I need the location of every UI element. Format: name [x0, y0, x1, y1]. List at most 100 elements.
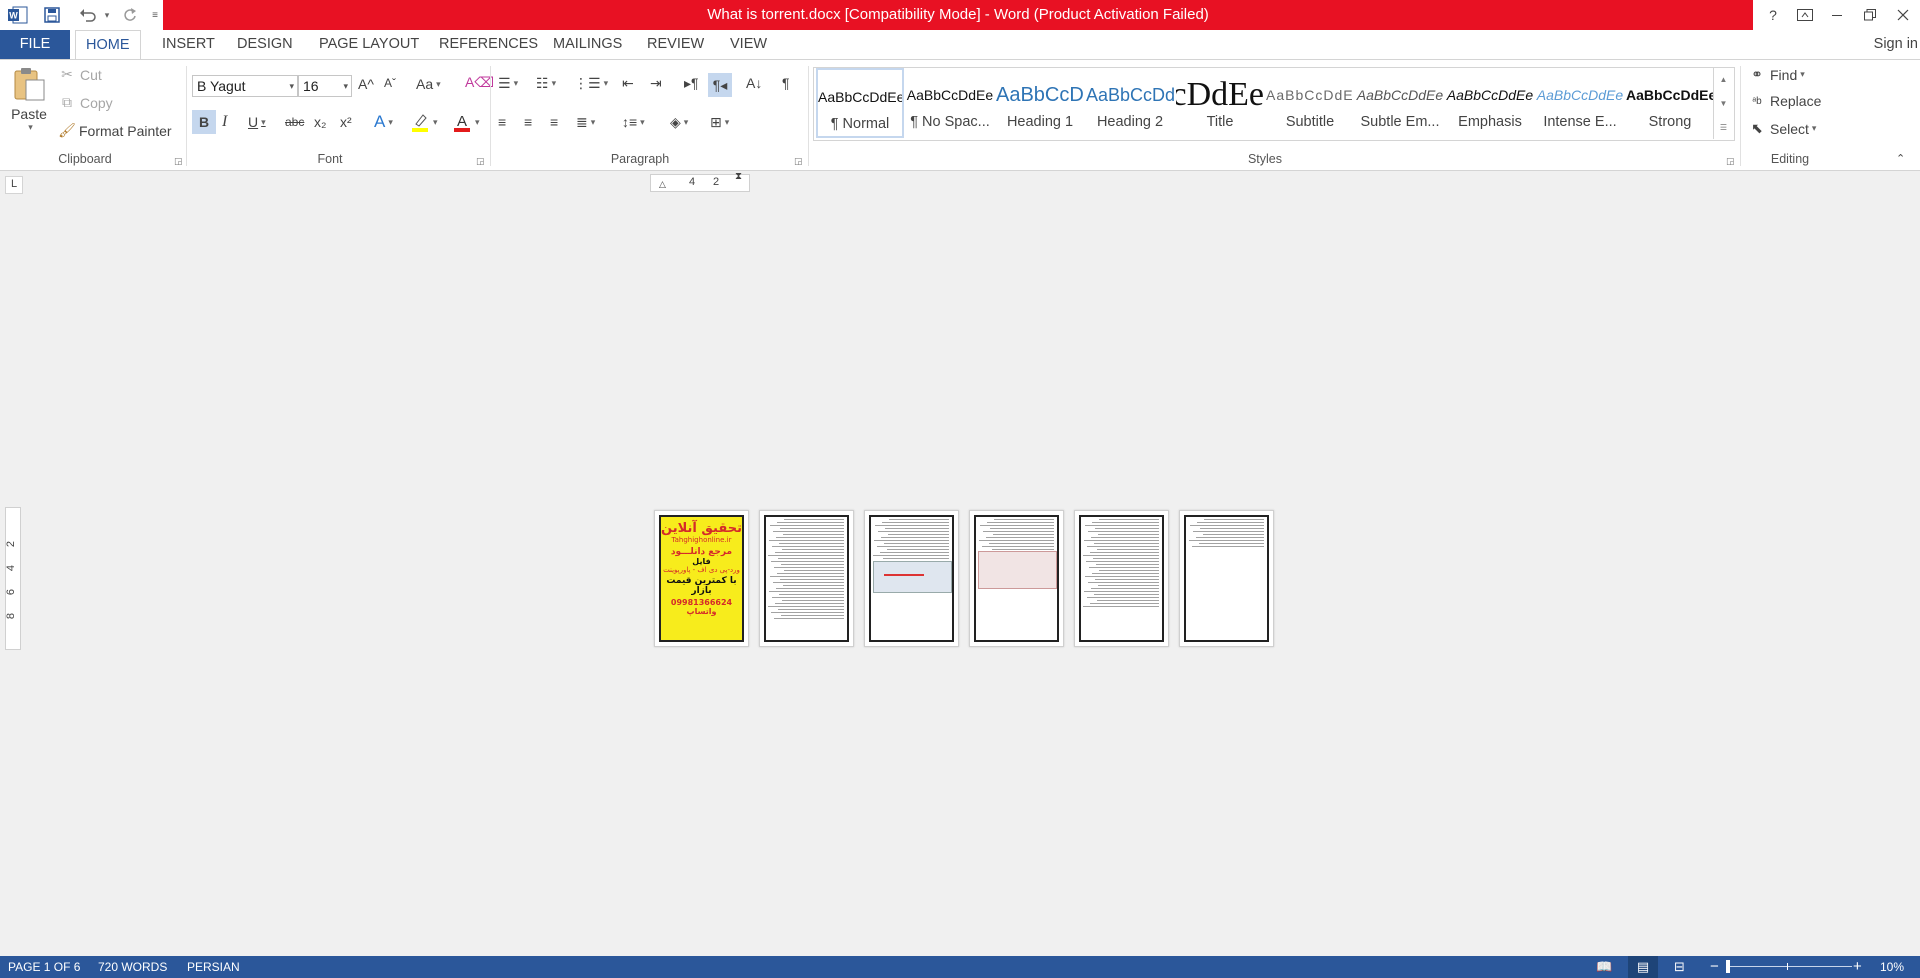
save-icon[interactable] — [40, 3, 64, 27]
style-emphasis[interactable]: AaBbCcDdEe Emphasis — [1446, 68, 1534, 138]
find-dropdown-icon[interactable]: ▾ — [1800, 69, 1805, 80]
page-thumbnail-2[interactable] — [759, 510, 854, 647]
tab-home[interactable]: HOME — [75, 30, 141, 60]
tab-selector[interactable]: L — [5, 176, 23, 194]
line-spacing-button[interactable]: ↕≡ ▾ — [622, 110, 645, 134]
tab-review[interactable]: REVIEW — [637, 30, 714, 59]
font-size-dropdown-icon[interactable]: ▾ — [343, 81, 348, 92]
tab-mailings[interactable]: MAILINGS — [543, 30, 632, 59]
style-heading-2[interactable]: AaBbCcDdEe Heading 2 — [1086, 68, 1174, 138]
undo-icon[interactable] — [75, 3, 101, 27]
highlight-button[interactable]: ▾ — [410, 110, 438, 134]
vertical-ruler[interactable]: 2 4 6 8 — [5, 507, 21, 650]
help-button[interactable]: ? — [1756, 0, 1790, 30]
print-layout-icon[interactable]: ▤ — [1628, 956, 1658, 978]
tab-view[interactable]: VIEW — [720, 30, 777, 59]
replace-button[interactable]: ᵃb Replace — [1748, 93, 1821, 109]
zoom-slider[interactable] — [1726, 960, 1852, 973]
cut-button[interactable]: ✂ Cut — [58, 66, 102, 83]
horizontal-ruler[interactable]: △ 4 2 ⧗ — [650, 171, 750, 192]
grow-font-button[interactable]: A^ — [358, 76, 374, 92]
sort-button[interactable]: A↓ — [746, 75, 762, 91]
collapse-ribbon-icon[interactable]: ⌃ — [1896, 152, 1905, 165]
justify-button[interactable]: ≣ ▾ — [576, 110, 595, 134]
web-layout-icon[interactable]: ⊟ — [1674, 956, 1685, 978]
font-size-combo[interactable]: 16 ▾ — [298, 75, 352, 97]
ribbon-display-options-icon[interactable] — [1788, 0, 1822, 30]
page-thumbnail-1[interactable]: تحقیق آنلاین Tahghighonline.ir مرجع دانل… — [654, 510, 749, 647]
font-color-button[interactable]: A ▾ — [452, 110, 480, 134]
text-effects-button[interactable]: A ▾ — [374, 110, 393, 134]
italic-button[interactable]: I — [222, 110, 227, 134]
style-heading-1[interactable]: AaBbCcDdEe Heading 1 — [996, 68, 1084, 138]
undo-dropdown-icon[interactable]: ▾ — [103, 3, 111, 27]
style-normal[interactable]: AaBbCcDdEe ¶ Normal — [816, 68, 904, 138]
gallery-down-icon[interactable]: ▼ — [1714, 91, 1733, 115]
indent-marker-icon[interactable]: △ — [659, 179, 666, 190]
bullets-button[interactable]: ☰ ▾ — [498, 75, 518, 92]
numbering-button[interactable]: ☷ ▾ — [536, 75, 556, 92]
superscript-button[interactable]: x² — [340, 110, 352, 134]
clipboard-launcher-icon[interactable]: ◲ — [174, 156, 183, 167]
minimize-icon[interactable] — [1820, 0, 1854, 30]
page-thumbnail-4[interactable] — [969, 510, 1064, 647]
paste-dropdown-icon[interactable]: ▾ — [28, 122, 33, 133]
align-right-button[interactable]: ≡ — [550, 110, 558, 134]
tab-file[interactable]: FILE — [0, 30, 70, 59]
font-name-combo[interactable]: B Yagut ▾ — [192, 75, 298, 97]
style-strong[interactable]: AaBbCcDdEe Strong — [1626, 68, 1714, 138]
gallery-more-icon[interactable]: ☰ — [1714, 115, 1733, 139]
multilevel-list-button[interactable]: ⋮☰ ▾ — [574, 75, 608, 92]
hanging-indent-marker-icon[interactable]: ⧗ — [735, 171, 742, 182]
format-painter-button[interactable]: 🖌 Format Painter — [58, 122, 171, 139]
shrink-font-button[interactable]: Aˇ — [384, 76, 396, 90]
page-thumbnail-6[interactable] — [1179, 510, 1274, 647]
align-left-button[interactable]: ≡ — [498, 110, 506, 134]
zoom-slider-thumb[interactable] — [1726, 960, 1730, 973]
styles-gallery[interactable]: AaBbCcDdEe ¶ Normal AaBbCcDdEe ¶ No Spac… — [813, 67, 1735, 141]
language-status[interactable]: PERSIAN — [187, 956, 240, 978]
styles-launcher-icon[interactable]: ◲ — [1726, 156, 1735, 167]
copy-button[interactable]: ⧉ Copy — [58, 94, 113, 111]
change-case-button[interactable]: Aa ▾ — [416, 76, 441, 92]
sign-in-link[interactable]: Sign in — [1874, 30, 1918, 59]
style-subtle-emphasis[interactable]: AaBbCcDdEe Subtle Em... — [1356, 68, 1444, 138]
tab-references[interactable]: REFERENCES — [429, 30, 548, 59]
font-launcher-icon[interactable]: ◲ — [476, 156, 485, 167]
ltr-direction-button[interactable]: ▸¶ — [684, 75, 699, 92]
zoom-in-button[interactable]: + — [1853, 956, 1862, 978]
page-count-status[interactable]: PAGE 1 OF 6 — [8, 956, 80, 978]
find-button[interactable]: ⚭ Find ▾ — [1748, 66, 1805, 83]
decrease-indent-button[interactable]: ⇤ — [622, 75, 634, 92]
close-icon[interactable] — [1886, 0, 1920, 30]
font-name-dropdown-icon[interactable]: ▾ — [289, 81, 294, 92]
page-thumbnail-3[interactable] — [864, 510, 959, 647]
restore-icon[interactable] — [1853, 0, 1887, 30]
tab-insert[interactable]: INSERT — [152, 30, 225, 59]
align-center-button[interactable]: ≡ — [524, 110, 532, 134]
rtl-direction-button[interactable]: ¶◂ — [708, 73, 732, 97]
borders-button[interactable]: ⊞ ▾ — [710, 110, 729, 134]
bold-button[interactable]: B — [192, 110, 216, 134]
shading-button[interactable]: ◈ ▾ — [670, 110, 688, 134]
tab-page-layout[interactable]: PAGE LAYOUT — [309, 30, 429, 59]
zoom-out-button[interactable]: − — [1710, 956, 1719, 978]
style-title[interactable]: AaBbCcDdEe Title — [1176, 68, 1264, 138]
subscript-button[interactable]: x₂ — [314, 110, 326, 134]
style-subtitle[interactable]: AaBbCcDdEe Subtitle — [1266, 68, 1354, 138]
paste-button[interactable]: Paste ▾ — [8, 66, 50, 146]
strikethrough-button[interactable]: abc — [285, 110, 304, 134]
word-logo-icon[interactable]: W — [6, 3, 30, 27]
select-dropdown-icon[interactable]: ▾ — [1812, 123, 1817, 134]
zoom-level[interactable]: 10% — [1880, 956, 1904, 978]
read-mode-icon[interactable]: 📖 — [1596, 956, 1612, 978]
redo-icon[interactable] — [118, 3, 142, 27]
word-count-status[interactable]: 720 WORDS — [98, 956, 167, 978]
increase-indent-button[interactable]: ⇥ — [650, 75, 662, 92]
style-intense-emphasis[interactable]: AaBbCcDdEe Intense E... — [1536, 68, 1624, 138]
paragraph-launcher-icon[interactable]: ◲ — [794, 156, 803, 167]
gallery-up-icon[interactable]: ▲ — [1714, 67, 1733, 91]
show-hide-marks-button[interactable]: ¶ — [782, 75, 790, 91]
style-no-spacing[interactable]: AaBbCcDdEe ¶ No Spac... — [906, 68, 994, 138]
select-button[interactable]: ⬉ Select ▾ — [1748, 120, 1816, 137]
